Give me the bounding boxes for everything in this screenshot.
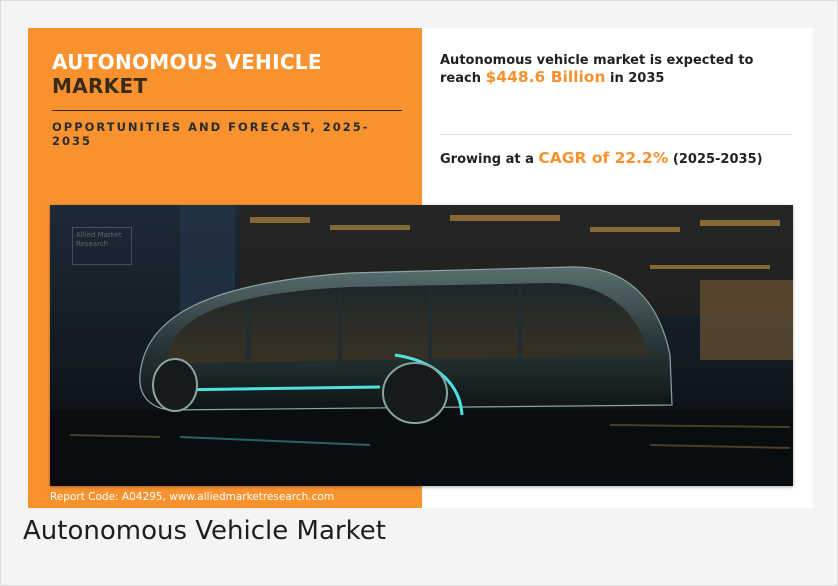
market-size-suffix: in 2035	[605, 71, 665, 86]
cagr-suffix: (2025-2035)	[668, 152, 763, 167]
cagr-stat: Growing at a CAGR of 22.2% (2025-2035)	[440, 150, 795, 168]
market-infographic[interactable]: AUTONOMOUS VEHICLE MARKET OPPORTUNITIES …	[28, 28, 813, 508]
autonomous-bus-photo: Allied Market Research	[50, 205, 793, 486]
watermark-logo: Allied Market Research	[72, 227, 132, 265]
cagr-value: CAGR of 22.2%	[538, 149, 669, 167]
rear-wheel	[382, 362, 448, 424]
market-size-stat: Autonomous vehicle market is expected to…	[440, 52, 795, 87]
report-code: Report Code: A04295, www.alliedmarketres…	[50, 491, 335, 503]
image-caption: Autonomous Vehicle Market	[23, 516, 386, 546]
image-card: AUTONOMOUS VEHICLE MARKET OPPORTUNITIES …	[0, 0, 838, 586]
front-wheel	[152, 358, 198, 412]
stats-divider	[440, 134, 792, 135]
bus-illustration	[50, 205, 793, 486]
title-divider	[52, 110, 402, 111]
market-size-value: $448.6 Billion	[485, 68, 606, 86]
infographic-title: AUTONOMOUS VEHICLE MARKET	[52, 50, 392, 98]
lit-doorway	[700, 280, 793, 360]
cagr-prefix: Growing at a	[440, 152, 539, 167]
infographic-subtitle: OPPORTUNITIES AND FORECAST, 2025-2035	[52, 120, 370, 148]
title-line-1: AUTONOMOUS VEHICLE	[52, 50, 322, 74]
title-line-2: MARKET	[52, 74, 148, 98]
